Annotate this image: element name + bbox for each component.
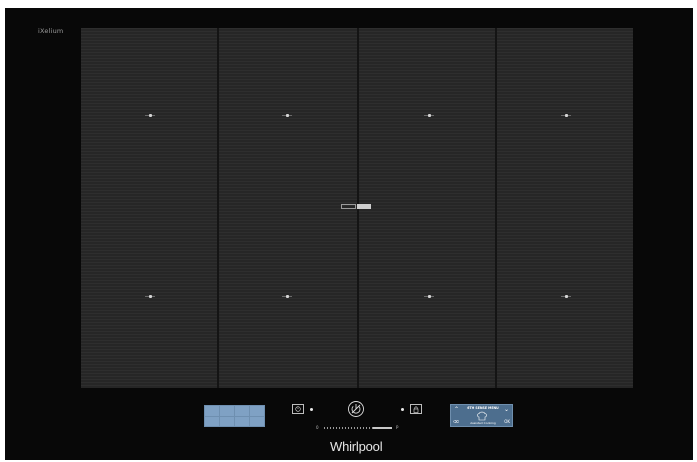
power-icon [348, 401, 364, 417]
zone-marker-4[interactable] [561, 114, 571, 117]
center-indicator [341, 204, 371, 209]
back-button[interactable]: ⌫ [453, 419, 459, 424]
zone-marker-6[interactable] [282, 295, 292, 298]
control-panel: 0 P Whirlpool ⌃ 6TH SENSE MENU ⌄ Assiste… [5, 388, 693, 460]
zone-marker-8[interactable] [561, 295, 571, 298]
power-level-slider[interactable]: 0 P [316, 425, 404, 430]
zone-divider [217, 28, 219, 388]
chevron-down-icon[interactable]: ⌄ [504, 407, 509, 413]
chevron-up-icon[interactable]: ⌃ [454, 407, 459, 413]
zone-marker-5[interactable] [145, 295, 155, 298]
zone-marker-7[interactable] [424, 295, 434, 298]
zone-selector-cell[interactable] [250, 416, 264, 426]
cooking-surface[interactable] [81, 28, 633, 388]
zone-selector-cell[interactable] [205, 416, 219, 426]
zone-selector-cell[interactable] [220, 406, 234, 416]
zone-selector-panel[interactable] [204, 405, 265, 427]
chef-hat-icon [477, 411, 487, 421]
zone-selector-cell[interactable] [250, 406, 264, 416]
lock-led [401, 408, 404, 411]
zone-marker-2[interactable] [282, 114, 292, 117]
zone-selector-cell[interactable] [205, 406, 219, 416]
zone-selector-cell[interactable] [235, 406, 249, 416]
power-button[interactable] [347, 400, 365, 418]
zone-marker-3[interactable] [424, 114, 434, 117]
zone-selector-cell[interactable] [220, 416, 234, 426]
slider-min-label: 0 [316, 425, 319, 430]
zone-marker-1[interactable] [145, 114, 155, 117]
slider-max-label: P [396, 425, 399, 430]
zone-divider [495, 28, 497, 388]
display-subtitle: Assisted Cooking [470, 421, 496, 425]
display-title: 6TH SENSE MENU [467, 406, 499, 410]
slider-fill [373, 427, 392, 429]
timer-led [310, 408, 313, 411]
timer-button[interactable] [292, 404, 304, 414]
induction-hob: iXelium 0 P Whirlpool ⌃ 6TH SENSE MENU ⌄… [5, 8, 693, 460]
brand-logo: Whirlpool [330, 439, 383, 454]
touch-display[interactable]: ⌃ 6TH SENSE MENU ⌄ Assisted Cooking ⌫ OK [450, 404, 513, 427]
zone-selector-cell[interactable] [235, 416, 249, 426]
lock-button[interactable] [410, 404, 422, 414]
series-label: iXelium [38, 27, 64, 35]
ok-button[interactable]: OK [504, 419, 510, 424]
lock-icon [413, 406, 419, 413]
timer-icon [295, 406, 301, 412]
